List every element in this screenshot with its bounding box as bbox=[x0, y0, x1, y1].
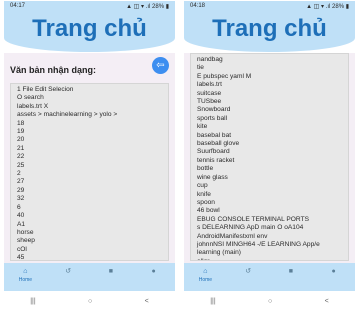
status-time: 04:18 bbox=[190, 3, 206, 9]
text-line: 29 bbox=[17, 186, 25, 194]
nav-bookmark[interactable]: ■ bbox=[274, 263, 308, 291]
recognized-text-box[interactable]: nandbag tie E pubspec yaml Mlabels.trt suit… bbox=[190, 53, 349, 261]
bookmark-icon: ■ bbox=[288, 268, 293, 275]
text-line: TUSbee bbox=[197, 98, 222, 106]
text-line: spoon bbox=[197, 198, 215, 206]
text-line: 19 bbox=[17, 128, 25, 136]
recognized-text-list: nandbag tie E pubspec yaml Mlabels.trt suit… bbox=[191, 54, 348, 260]
nav-profile[interactable]: ● bbox=[317, 263, 351, 291]
system-navigation-bar: ||| ○ < bbox=[4, 291, 175, 311]
text-line: tie bbox=[197, 64, 204, 72]
text-line: suitcase bbox=[197, 89, 222, 97]
text-line: tennis racket bbox=[197, 156, 235, 164]
recognized-text-box[interactable]: 1 File Edit Selecion O search labels.trt X… bbox=[10, 83, 169, 261]
text-line: horse bbox=[17, 228, 34, 236]
nav-bookmark[interactable]: ■ bbox=[94, 263, 128, 291]
home-button[interactable]: ○ bbox=[268, 298, 272, 305]
bottom-navigation: ⌂ Home ↺ ■ ● bbox=[4, 263, 175, 291]
text-line: 25 bbox=[17, 161, 25, 169]
text-line: 22 bbox=[17, 153, 25, 161]
home-icon: ⌂ bbox=[203, 268, 208, 275]
text-line: wine glass bbox=[197, 173, 228, 181]
text-line: labels.trt bbox=[197, 81, 222, 89]
text-line: allgr bbox=[197, 258, 348, 260]
text-line: learning (main) bbox=[197, 249, 241, 257]
text-line: 18 bbox=[17, 119, 25, 127]
recognized-text-list: 1 File Edit Selecion O search labels.trt X… bbox=[11, 84, 168, 261]
text-line: 27 bbox=[17, 178, 25, 186]
text-line: 2 bbox=[17, 170, 21, 178]
recents-button[interactable]: ||| bbox=[210, 298, 215, 305]
text-line: O search bbox=[17, 94, 44, 102]
text-line: 1 File Edit Selecion bbox=[17, 86, 74, 93]
nav-profile[interactable]: ● bbox=[137, 263, 171, 291]
text-line: cOl bbox=[17, 245, 27, 253]
back-fab-button[interactable]: ⇦ bbox=[152, 57, 169, 74]
status-indicators: ▲ ◫ ▾ .ıl 28% ▮ bbox=[306, 4, 349, 10]
text-line: johnnNSI MINGH64 -/E LEARNING App/e bbox=[197, 240, 320, 248]
text-line: labels.trt X bbox=[17, 102, 49, 110]
text-line: 20 bbox=[17, 136, 25, 144]
text-line: baseball glove bbox=[197, 140, 240, 148]
text-line: s DELEARNING ApD main O oA104 bbox=[197, 224, 304, 232]
status-time: 04:17 bbox=[10, 3, 26, 9]
bookmark-icon: ■ bbox=[108, 268, 113, 275]
nav-home[interactable]: ⌂ Home bbox=[8, 263, 42, 291]
app-header: Trang chủ bbox=[4, 13, 175, 52]
text-line: 46 bowl bbox=[197, 207, 220, 215]
person-icon: ● bbox=[331, 268, 336, 275]
text-line: assets > machinelearning > yolo > bbox=[17, 111, 118, 119]
text-line: 6 bbox=[17, 203, 21, 211]
nav-home-label: Home bbox=[198, 277, 213, 283]
nav-home-label: Home bbox=[18, 277, 33, 283]
text-line: 21 bbox=[17, 144, 25, 152]
nav-home[interactable]: ⌂ Home bbox=[188, 263, 222, 291]
bottom-navigation: ⌂ Home ↺ ■ ● bbox=[184, 263, 355, 291]
text-line: AndroidManifestxml env bbox=[197, 232, 268, 240]
nav-history[interactable]: ↺ bbox=[231, 263, 265, 291]
arrow-left-icon: ⇦ bbox=[156, 60, 165, 71]
text-line: nandbag bbox=[197, 56, 223, 63]
text-line: 45 bbox=[17, 254, 25, 261]
result-heading: Văn bản nhận dạng: bbox=[10, 65, 97, 75]
page-title: Trang chủ bbox=[212, 15, 327, 42]
history-icon: ↺ bbox=[65, 268, 72, 275]
text-line: 40 bbox=[17, 212, 25, 220]
text-line: bottle bbox=[197, 165, 214, 173]
app-header: Trang chủ bbox=[184, 13, 355, 52]
back-button[interactable]: < bbox=[145, 298, 149, 305]
text-line: cup bbox=[197, 182, 208, 190]
text-line: knife bbox=[197, 190, 211, 198]
text-line: kite bbox=[197, 123, 208, 131]
recents-button[interactable]: ||| bbox=[30, 298, 35, 305]
text-line: E pubspec yaml M bbox=[197, 72, 252, 80]
phone-screen-left: 04:17 ▲ ◫ ▾ .ıl 28% ▮ Trang chủ Văn bản … bbox=[4, 1, 175, 311]
text-line: sheep bbox=[17, 237, 35, 245]
status-bar: 04:18 ▲ ◫ ▾ .ıl 28% ▮ bbox=[184, 1, 355, 13]
text-line: EBUG CONSOLE TERMINAL PORTS bbox=[197, 215, 309, 223]
person-icon: ● bbox=[151, 268, 156, 275]
text-line: basebal bat bbox=[197, 131, 232, 139]
text-line: Suurfboard bbox=[197, 148, 230, 156]
nav-history[interactable]: ↺ bbox=[51, 263, 85, 291]
status-indicators: ▲ ◫ ▾ .ıl 28% ▮ bbox=[126, 4, 169, 10]
page-title: Trang chủ bbox=[32, 15, 147, 42]
phone-screen-right: 04:18 ▲ ◫ ▾ .ıl 28% ▮ Trang chủ ⇦ nandba… bbox=[184, 1, 355, 311]
system-navigation-bar: ||| ○ < bbox=[184, 291, 355, 311]
status-bar: 04:17 ▲ ◫ ▾ .ıl 28% ▮ bbox=[4, 1, 175, 13]
text-line: sports ball bbox=[197, 114, 228, 122]
back-button[interactable]: < bbox=[325, 298, 329, 305]
home-icon: ⌂ bbox=[23, 268, 28, 275]
history-icon: ↺ bbox=[245, 268, 252, 275]
text-line: Snowboard bbox=[197, 106, 231, 114]
text-line: 32 bbox=[17, 195, 25, 203]
home-button[interactable]: ○ bbox=[88, 298, 92, 305]
text-line: A1 bbox=[17, 220, 26, 228]
